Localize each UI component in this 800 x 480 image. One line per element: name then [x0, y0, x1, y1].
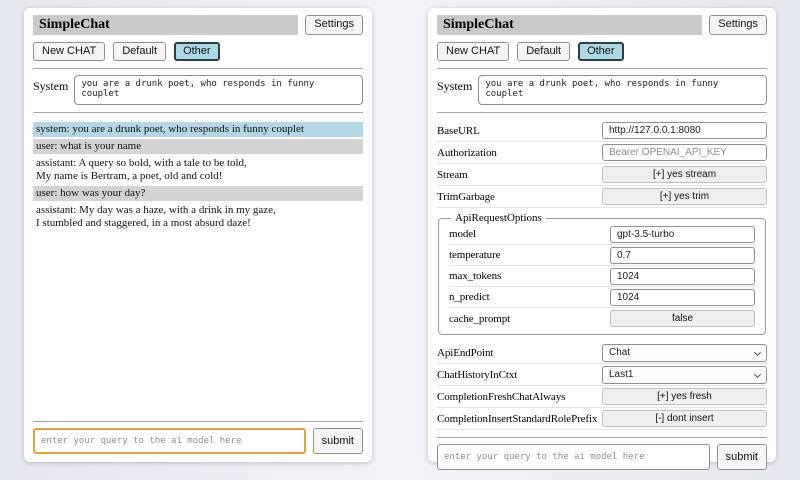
session-button-default[interactable]: Default: [113, 42, 166, 61]
header: SimpleChat Settings: [33, 15, 363, 35]
baseurl-input[interactable]: [602, 122, 767, 139]
system-label: System: [437, 75, 472, 94]
page: SimpleChat Settings New CHAT Default Oth…: [0, 0, 800, 470]
session-button-other[interactable]: Other: [578, 42, 624, 61]
setting-row-temperature: temperature: [449, 245, 755, 266]
app-title: SimpleChat: [437, 15, 702, 35]
query-section: submit: [33, 414, 363, 454]
role-prefix-label: CompletionInsertStandardRolePrefix: [437, 413, 602, 425]
setting-row-role-prefix: CompletionInsertStandardRolePrefix [-] d…: [437, 408, 767, 430]
max-tokens-label: max_tokens: [449, 270, 610, 282]
setting-row-max-tokens: max_tokens: [449, 266, 755, 287]
stream-toggle-button[interactable]: [+] yes stream: [602, 166, 767, 183]
fresh-chat-label: CompletionFreshChatAlways: [437, 391, 602, 403]
setting-row-model: model: [449, 224, 755, 245]
trimgarbage-label: TrimGarbage: [437, 191, 602, 203]
model-input[interactable]: [610, 226, 755, 243]
settings-button[interactable]: Settings: [709, 15, 767, 35]
system-prompt-row: System you are a drunk poet, who respond…: [33, 75, 363, 105]
chat-history-select[interactable]: Last1: [602, 366, 767, 384]
session-buttons: New CHAT Default Other: [437, 42, 767, 61]
divider: [33, 112, 363, 113]
model-label: model: [449, 228, 610, 240]
query-section: submit: [437, 430, 767, 470]
submit-button[interactable]: submit: [313, 428, 363, 454]
query-input[interactable]: [437, 444, 710, 470]
query-row: submit: [33, 428, 363, 454]
chat-view-panel: SimpleChat Settings New CHAT Default Oth…: [24, 8, 372, 462]
role-prefix-toggle-button[interactable]: [-] dont insert: [602, 410, 767, 427]
query-row: submit: [437, 444, 767, 470]
divider: [437, 437, 767, 438]
chat-message-user: user: how was your day?: [33, 186, 363, 201]
setting-row-baseurl: BaseURL: [437, 120, 767, 142]
baseurl-label: BaseURL: [437, 125, 602, 137]
chat-message-system: system: you are a drunk poet, who respon…: [33, 122, 363, 137]
temperature-input[interactable]: [610, 247, 755, 264]
session-buttons: New CHAT Default Other: [33, 42, 363, 61]
trimgarbage-toggle-button[interactable]: [+] yes trim: [602, 188, 767, 205]
setting-row-authorization: Authorization: [437, 142, 767, 164]
setting-row-stream: Stream [+] yes stream: [437, 164, 767, 186]
system-prompt-input[interactable]: you are a drunk poet, who responds in fu…: [74, 75, 363, 105]
system-prompt-input[interactable]: you are a drunk poet, who responds in fu…: [478, 75, 767, 105]
chat-history-label: ChatHistoryInCtxt: [437, 369, 602, 381]
chat-message-assistant: assistant: My day was a haze, with a dri…: [33, 203, 363, 231]
n-predict-input[interactable]: [610, 289, 755, 306]
divider: [437, 112, 767, 113]
query-input[interactable]: [33, 428, 306, 454]
setting-row-cache-prompt: cache_prompt false: [449, 308, 755, 329]
max-tokens-input[interactable]: [610, 268, 755, 285]
setting-row-n-predict: n_predict: [449, 287, 755, 308]
authorization-input[interactable]: [602, 144, 767, 161]
new-chat-button[interactable]: New CHAT: [437, 42, 509, 61]
api-request-options-legend: ApiRequestOptions: [451, 212, 546, 224]
stream-label: Stream: [437, 169, 602, 181]
new-chat-button[interactable]: New CHAT: [33, 42, 105, 61]
session-button-default[interactable]: Default: [517, 42, 570, 61]
setting-row-api-endpoint: ApiEndPoint Chat: [437, 342, 767, 364]
settings-button[interactable]: Settings: [305, 15, 363, 35]
fresh-chat-toggle-button[interactable]: [+] yes fresh: [602, 388, 767, 405]
system-prompt-row: System you are a drunk poet, who respond…: [437, 75, 767, 105]
settings-view-panel: SimpleChat Settings New CHAT Default Oth…: [428, 8, 776, 462]
divider: [33, 68, 363, 69]
setting-row-fresh-chat: CompletionFreshChatAlways [+] yes fresh: [437, 386, 767, 408]
cache-prompt-toggle-button[interactable]: false: [610, 310, 755, 327]
setting-row-chat-history: ChatHistoryInCtxt Last1: [437, 364, 767, 386]
api-endpoint-label: ApiEndPoint: [437, 347, 602, 359]
submit-button[interactable]: submit: [717, 444, 767, 470]
chat-message-user: user: what is your name: [33, 139, 363, 154]
chat-message-assistant: assistant: A query so bold, with a tale …: [33, 156, 363, 184]
settings-list: BaseURL Authorization Stream [+] yes str…: [437, 120, 767, 430]
system-label: System: [33, 75, 68, 94]
divider: [33, 421, 363, 422]
cache-prompt-label: cache_prompt: [449, 313, 610, 325]
header: SimpleChat Settings: [437, 15, 767, 35]
session-button-other[interactable]: Other: [174, 42, 220, 61]
app-title: SimpleChat: [33, 15, 298, 35]
chat-transcript: system: you are a drunk poet, who respon…: [33, 122, 363, 233]
api-request-options-fieldset: ApiRequestOptions model temperature max_…: [438, 212, 766, 335]
n-predict-label: n_predict: [449, 291, 610, 303]
divider: [437, 68, 767, 69]
api-endpoint-select[interactable]: Chat: [602, 344, 767, 362]
setting-row-trimgarbage: TrimGarbage [+] yes trim: [437, 186, 767, 208]
authorization-label: Authorization: [437, 147, 602, 159]
temperature-label: temperature: [449, 249, 610, 261]
